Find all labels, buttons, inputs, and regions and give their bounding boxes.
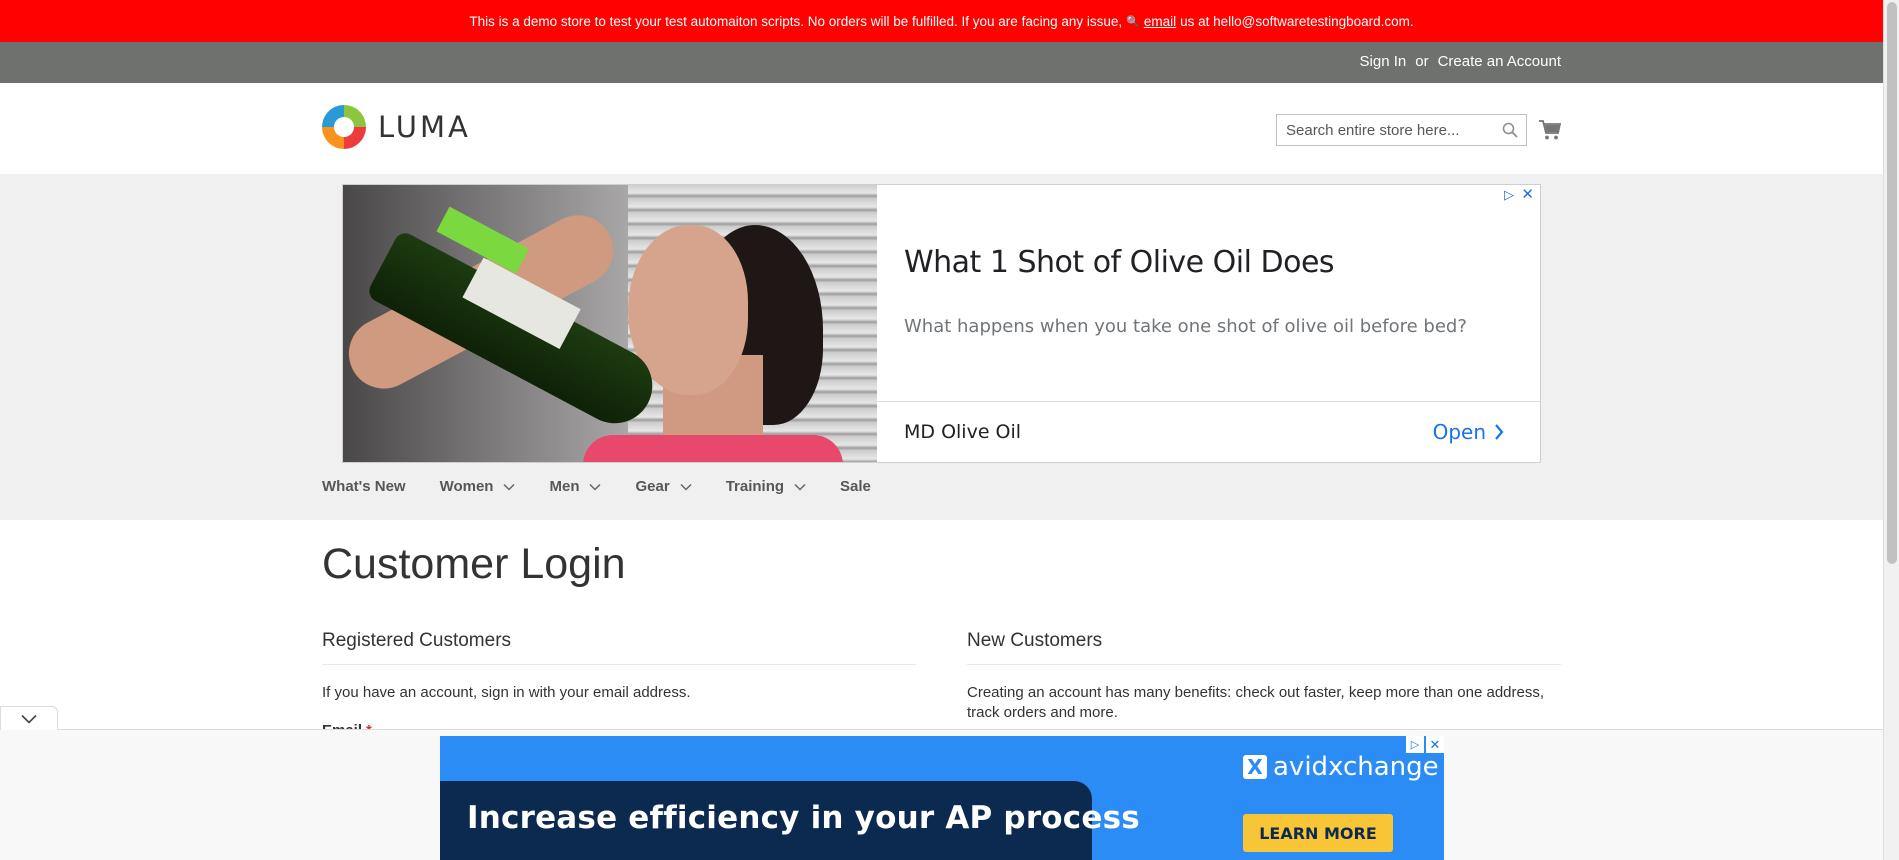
header-panel: Sign In or Create an Account xyxy=(0,42,1883,83)
nav-item-whats-new[interactable]: What's New xyxy=(322,478,406,495)
create-account-link[interactable]: Create an Account xyxy=(1438,53,1561,70)
registered-customers-title: Registered Customers xyxy=(322,630,916,665)
chevron-right-icon xyxy=(1495,424,1504,440)
header-content: LUMA xyxy=(0,83,1883,174)
nav-item-label: What's New xyxy=(322,478,406,495)
page-scrollbar[interactable] xyxy=(1883,0,1899,860)
scrollbar-thumb[interactable] xyxy=(1887,2,1897,564)
shopping-cart-icon[interactable] xyxy=(1538,118,1562,142)
nav-item-label: Training xyxy=(725,478,785,495)
adchoices-icon[interactable]: ▷ xyxy=(1504,187,1514,203)
sign-in-link[interactable]: Sign In xyxy=(1360,53,1407,70)
nav-item-women[interactable]: Women xyxy=(440,478,516,495)
chevron-down-icon xyxy=(680,483,692,491)
nav-item-training[interactable]: Training xyxy=(726,478,806,495)
header-links: Sign In or Create an Account xyxy=(1360,53,1561,70)
nav-item-label: Men xyxy=(549,478,580,495)
nav-item-gear[interactable]: Gear xyxy=(635,478,692,495)
adchoices-icon[interactable]: ▷ xyxy=(1406,736,1424,753)
email-link[interactable]: email xyxy=(1144,14,1176,29)
demo-notice-banner: This is a demo store to test your test a… xyxy=(0,0,1883,42)
main-navigation: What's New Women Men Gear Training Sale xyxy=(322,478,905,495)
ad-close-icon[interactable]: ✕ xyxy=(1426,736,1444,753)
chevron-down-icon xyxy=(21,714,37,724)
learn-more-button[interactable]: LEARN MORE xyxy=(1243,814,1393,852)
anchor-ad[interactable]: Increase efficiency in your AP process X… xyxy=(440,736,1444,860)
registered-customers-text: If you have an account, sign in with you… xyxy=(322,684,691,701)
chevron-down-icon xyxy=(589,483,602,491)
search-icon: 🔍 xyxy=(1126,15,1140,28)
page-title: Customer Login xyxy=(322,540,626,588)
ad-divider xyxy=(877,401,1540,402)
search-icon[interactable] xyxy=(1502,122,1518,138)
search-input[interactable] xyxy=(1277,115,1487,145)
nav-item-men[interactable]: Men xyxy=(549,478,602,495)
anchor-ad-brand: X avidxchange xyxy=(1243,752,1439,782)
store-logo[interactable]: LUMA xyxy=(322,105,471,149)
chevron-down-icon xyxy=(503,483,516,491)
nav-item-sale[interactable]: Sale xyxy=(840,478,871,495)
anchor-ad-headline[interactable]: Increase efficiency in your AP process xyxy=(467,800,1140,836)
avidxchange-logo-icon: X xyxy=(1243,755,1267,779)
search-box xyxy=(1276,114,1527,146)
ad-advertiser: MD Olive Oil xyxy=(904,421,1022,443)
logo-text: LUMA xyxy=(378,110,471,144)
display-ad[interactable]: ▷ ✕ What 1 Shot of Olive Oil Does What h… xyxy=(342,184,1541,463)
ad-body: What happens when you take one shot of o… xyxy=(904,316,1467,337)
collapse-ad-button[interactable] xyxy=(0,706,58,730)
new-customers-text: Creating an account has many benefits: c… xyxy=(967,684,1545,721)
nav-item-label: Sale xyxy=(840,478,871,495)
ad-close-icon[interactable]: ✕ xyxy=(1521,185,1534,203)
ad-image[interactable] xyxy=(343,185,877,462)
luma-logo-icon xyxy=(322,105,366,149)
ad-cta-label: Open xyxy=(1432,420,1486,444)
demo-notice-contact: us at hello@softwaretestingboard.com. xyxy=(1180,13,1414,29)
nav-item-label: Gear xyxy=(635,478,670,495)
new-customers-title: New Customers xyxy=(967,630,1561,665)
or-separator: or xyxy=(1415,53,1429,70)
demo-notice-text: This is a demo store to test your test a… xyxy=(469,13,1123,29)
chevron-down-icon xyxy=(794,483,806,491)
ad-headline[interactable]: What 1 Shot of Olive Oil Does xyxy=(904,245,1335,280)
ad-open-button[interactable]: Open xyxy=(1433,420,1504,444)
brand-name: avidxchange xyxy=(1273,752,1439,782)
nav-item-label: Women xyxy=(439,478,494,495)
